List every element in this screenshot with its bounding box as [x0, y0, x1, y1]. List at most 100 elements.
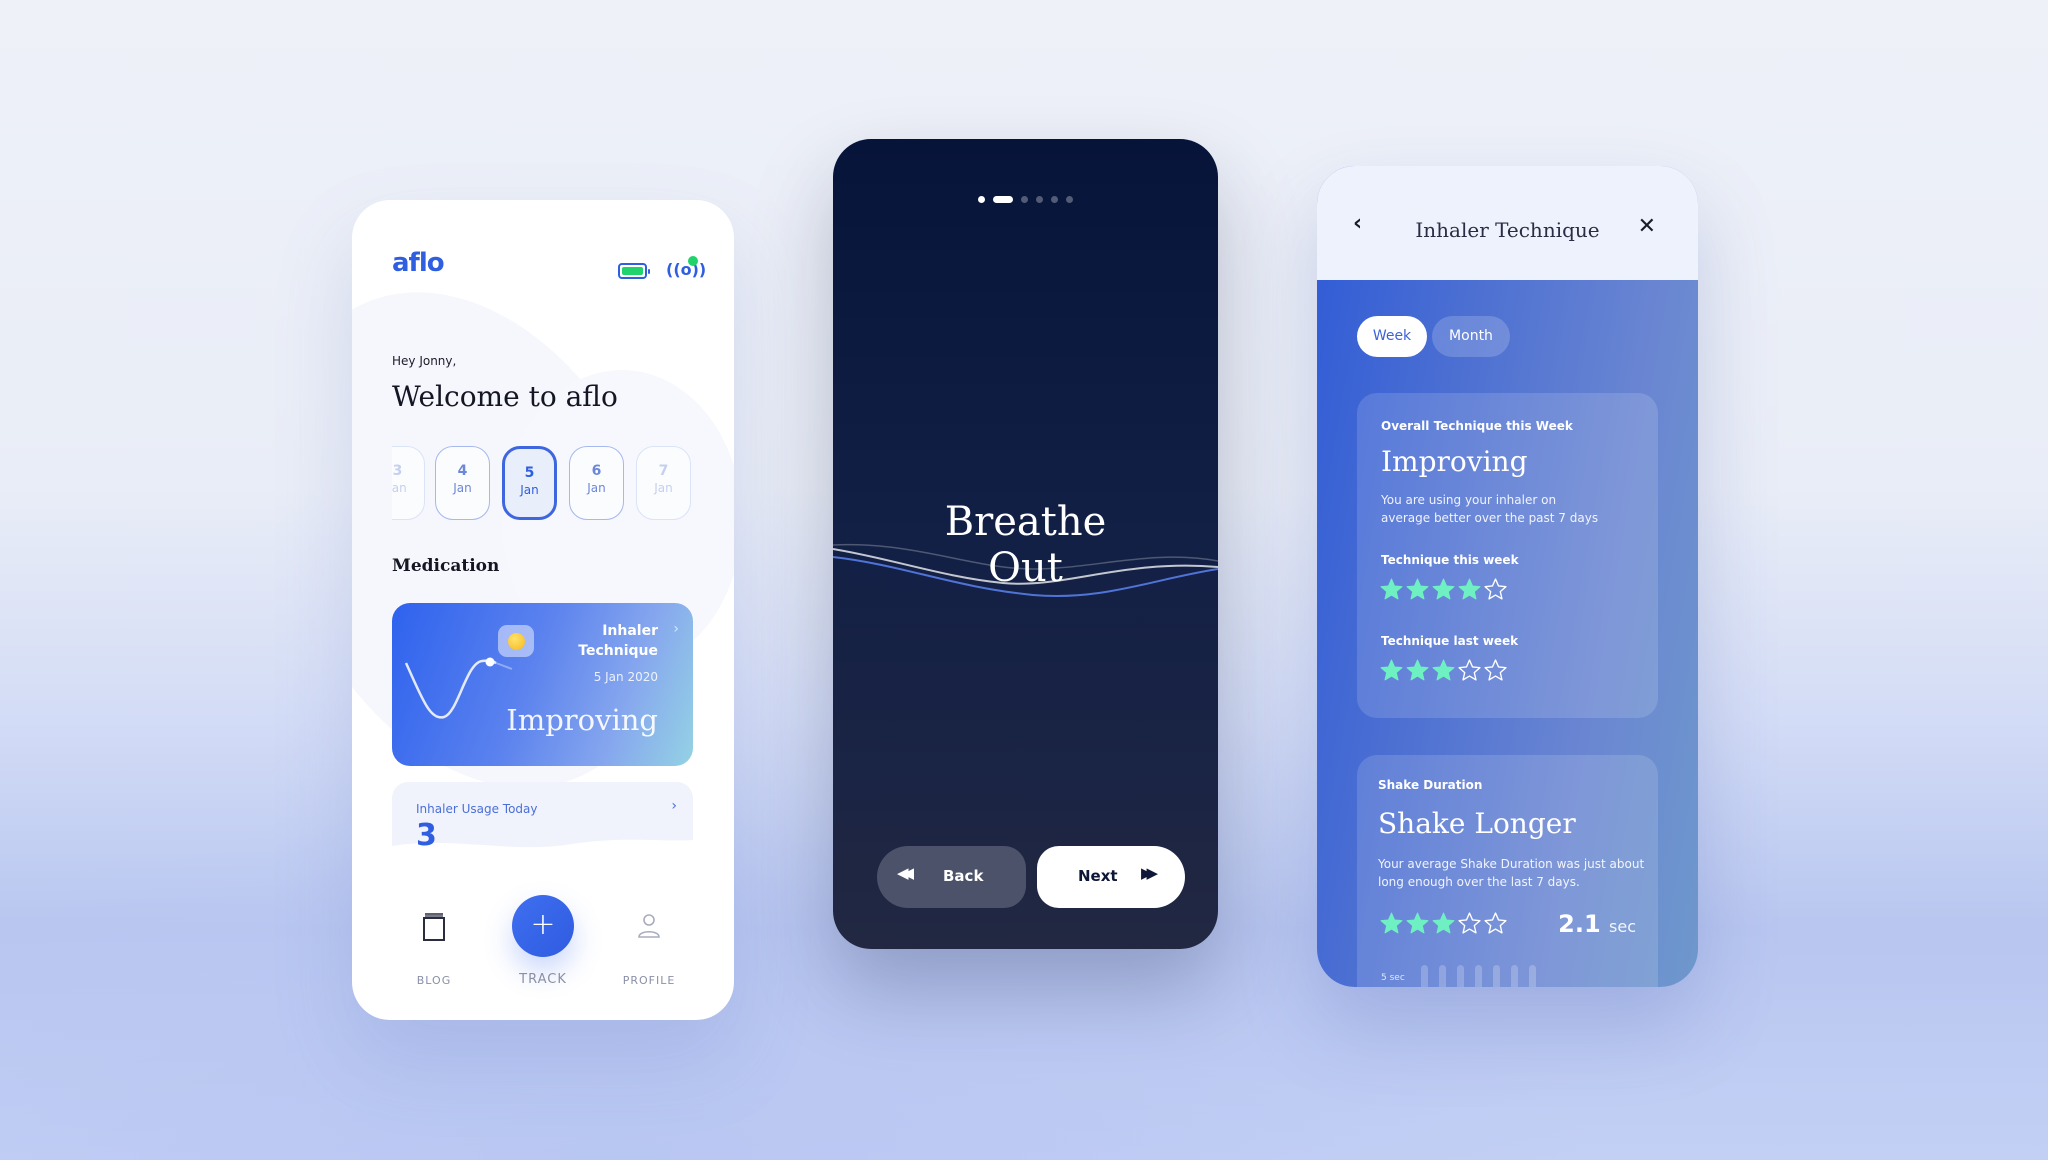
date-day: 3 — [392, 463, 403, 479]
track-add-button[interactable]: + — [512, 895, 574, 957]
bottom-tab-bar: BLOG + TRACK PROFILE — [352, 890, 734, 1000]
date-month: Jan — [587, 481, 606, 495]
star-filled-icon — [1380, 578, 1403, 600]
inhaler-technique-screen: ‹ Inhaler Technique ✕ Week Month Overall… — [1317, 166, 1698, 987]
last-week-label: Technique last week — [1381, 634, 1519, 648]
star-filled-icon — [1432, 659, 1455, 681]
usage-count: 3 — [416, 818, 437, 853]
star-filled-icon — [1380, 912, 1403, 934]
overall-technique-card: Overall Technique this Week Improving Yo… — [1357, 393, 1658, 718]
welcome-title: Welcome to aflo — [392, 380, 618, 413]
tab-blog-label[interactable]: BLOG — [394, 974, 474, 987]
date-day: 4 — [457, 463, 468, 479]
user-icon — [638, 914, 660, 938]
next-button[interactable]: Next ▶▶ — [1037, 846, 1185, 908]
page-dot[interactable] — [1036, 196, 1043, 203]
star-empty-icon — [1484, 578, 1507, 600]
usage-label: Inhaler Usage Today — [416, 802, 538, 816]
page-dot[interactable] — [1021, 196, 1028, 203]
date-item[interactable]: 7 Jan — [636, 446, 691, 520]
chevron-right-icon: › — [673, 621, 679, 637]
breathe-instruction: Breathe Out — [833, 499, 1218, 591]
greeting: Hey Jonny, — [392, 354, 457, 368]
trend-point — [485, 657, 495, 667]
star-filled-icon — [1406, 659, 1429, 681]
rewind-icon: ◀◀ — [897, 864, 914, 882]
shake-bar — [1457, 965, 1464, 987]
this-week-label: Technique this week — [1381, 553, 1519, 567]
star-empty-icon — [1484, 659, 1507, 681]
page-dot[interactable] — [1066, 196, 1073, 203]
medication-heading: Medication — [392, 556, 500, 576]
close-icon[interactable]: ✕ — [1638, 214, 1656, 239]
tab-profile[interactable] — [637, 912, 661, 944]
star-filled-icon — [1406, 912, 1429, 934]
date-day: 6 — [591, 463, 602, 479]
shake-bar — [1529, 965, 1536, 987]
inhaler-usage-card[interactable]: Inhaler Usage Today › 3 — [392, 782, 693, 862]
technique-card-status: Improving — [506, 703, 658, 737]
star-filled-icon — [1432, 578, 1455, 600]
chart-axis-label: 5 sec — [1381, 973, 1405, 983]
date-month: Jan — [453, 481, 472, 495]
page-indicator — [833, 189, 1218, 203]
this-week-rating — [1379, 577, 1509, 603]
star-empty-icon — [1458, 659, 1481, 681]
tab-track-label[interactable]: TRACK — [503, 972, 583, 987]
chevron-right-icon: › — [671, 798, 677, 814]
segment-month[interactable]: Month — [1432, 316, 1510, 357]
shake-rating — [1379, 911, 1509, 937]
date-month: Jan — [654, 481, 673, 495]
date-item[interactable]: 6 Jan — [569, 446, 624, 520]
star-empty-icon — [1458, 912, 1481, 934]
date-month: Jan — [520, 483, 539, 497]
segment-week[interactable]: Week — [1357, 316, 1427, 357]
page-dot[interactable] — [1051, 196, 1058, 203]
shake-duration-card: Shake Duration Shake Longer Your average… — [1357, 755, 1658, 987]
home-screen: aflo ((o)) Hey Jonny, Welcome to aflo 3 J… — [352, 200, 734, 1020]
overall-description: You are using your inhaler on average be… — [1381, 493, 1599, 525]
date-item[interactable]: 4 Jan — [435, 446, 490, 520]
star-empty-icon — [1484, 912, 1507, 934]
app-logo: aflo — [392, 248, 445, 278]
breathe-line-1: Breathe — [944, 499, 1107, 545]
date-selector: 3 Jan 4 Jan 5 Jan 6 Jan 7 Jan — [392, 446, 694, 522]
date-item[interactable]: 3 Jan — [392, 446, 425, 520]
star-filled-icon — [1458, 578, 1481, 600]
shake-bar — [1475, 965, 1482, 987]
signal-icon[interactable]: ((o)) — [666, 256, 706, 284]
date-month: Jan — [392, 481, 407, 495]
screen-header: ‹ Inhaler Technique ✕ — [1317, 166, 1698, 280]
shake-description: Your average Shake Duration was just abo… — [1378, 857, 1645, 889]
overall-status: Improving — [1381, 445, 1528, 478]
tab-profile-label[interactable]: PROFILE — [609, 974, 689, 987]
last-week-rating — [1379, 658, 1509, 684]
card-eyebrow: Shake Duration — [1378, 778, 1483, 792]
date-day: 5 — [524, 465, 535, 481]
date-item-selected[interactable]: 5 Jan — [502, 446, 557, 520]
shake-bar — [1511, 965, 1518, 987]
shake-bar — [1439, 965, 1446, 987]
smiley-emoji-icon — [498, 625, 534, 657]
back-button[interactable]: ◀◀ Back — [877, 846, 1026, 908]
date-day: 7 — [658, 463, 669, 479]
connected-dot — [688, 256, 698, 266]
book-icon — [423, 913, 445, 941]
shake-bar — [1421, 965, 1428, 987]
page-dot[interactable] — [978, 196, 985, 203]
star-filled-icon — [1406, 578, 1429, 600]
shake-duration-value: 2.1 sec — [1558, 910, 1636, 938]
technique-card-date: 5 Jan 2020 — [593, 670, 658, 684]
battery-icon — [618, 263, 650, 279]
technique-card-title: Inhaler Technique — [578, 623, 658, 659]
inhaler-technique-card[interactable]: Inhaler Technique › 5 Jan 2020 Improving — [392, 603, 693, 766]
fast-forward-icon: ▶▶ — [1141, 864, 1158, 882]
tab-blog[interactable] — [422, 912, 446, 946]
star-filled-icon — [1432, 912, 1455, 934]
star-filled-icon — [1380, 659, 1403, 681]
shake-bar — [1493, 965, 1500, 987]
wave-decoration — [392, 839, 693, 862]
shake-status: Shake Longer — [1378, 807, 1576, 840]
page-dot-active[interactable] — [993, 196, 1013, 203]
card-eyebrow: Overall Technique this Week — [1381, 419, 1573, 433]
